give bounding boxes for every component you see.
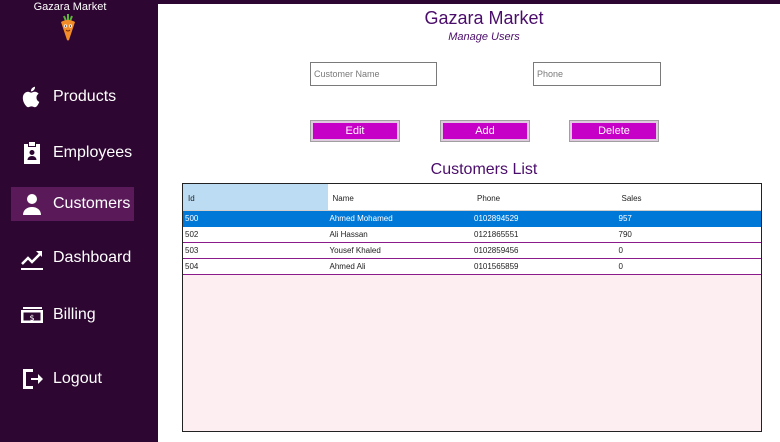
column-header-sales[interactable]: Sales bbox=[617, 184, 762, 210]
sidebar-item-logout[interactable]: Logout bbox=[11, 362, 134, 396]
apple-icon bbox=[19, 84, 45, 110]
sidebar-item-label: Billing bbox=[53, 306, 96, 323]
table-row[interactable]: 502 Ali Hassan 0121865551 790 bbox=[183, 227, 761, 243]
column-header-id[interactable]: Id bbox=[183, 184, 328, 210]
id-badge-icon bbox=[19, 140, 45, 166]
sidebar-item-label: Logout bbox=[53, 370, 102, 387]
page-subtitle: Manage Users bbox=[448, 31, 520, 43]
customers-list-title: Customers List bbox=[430, 161, 538, 178]
sidebar-item-label: Customers bbox=[53, 195, 131, 212]
cell-name: Yousef Khaled bbox=[329, 246, 381, 255]
sidebar-item-dashboard[interactable]: Dashboard bbox=[11, 241, 134, 275]
delete-button[interactable]: Delete bbox=[569, 120, 659, 142]
cell-phone: 0101565859 bbox=[474, 262, 519, 271]
carrot-logo-icon bbox=[57, 13, 79, 41]
table-row[interactable]: 504 Ahmed Ali 0101565859 0 bbox=[183, 259, 761, 275]
cell-id: 500 bbox=[185, 214, 199, 223]
cell-sales: 957 bbox=[618, 214, 632, 223]
app-name: Gazara Market bbox=[33, 1, 107, 13]
sidebar-item-employees[interactable]: Employees bbox=[11, 136, 134, 170]
svg-text:$: $ bbox=[29, 314, 34, 323]
cell-id: 502 bbox=[185, 230, 199, 239]
sidebar-item-label: Employees bbox=[53, 144, 133, 161]
sidebar-item-label: Products bbox=[53, 88, 117, 105]
sidebar: Gazara Market Products Employees Custome… bbox=[0, 0, 158, 442]
edit-button[interactable]: Edit bbox=[310, 120, 400, 142]
cell-name: Ahmed Mohamed bbox=[329, 214, 393, 223]
sidebar-item-billing[interactable]: $ Billing bbox=[11, 298, 134, 332]
sidebar-item-label: Dashboard bbox=[53, 249, 132, 266]
cell-name: Ali Hassan bbox=[329, 230, 368, 239]
column-header-phone[interactable]: Phone bbox=[472, 184, 617, 210]
money-bill-icon: $ bbox=[19, 302, 45, 328]
cell-sales: 0 bbox=[618, 262, 623, 271]
sidebar-item-customers[interactable]: Customers bbox=[11, 187, 134, 221]
cell-id: 504 bbox=[185, 262, 199, 271]
user-icon bbox=[19, 191, 45, 217]
main-panel: Gazara Market Manage Users Edit Add Dele… bbox=[158, 0, 780, 442]
customer-name-field[interactable] bbox=[310, 62, 437, 86]
column-header-name[interactable]: Name bbox=[328, 184, 473, 210]
page-title: Gazara Market bbox=[424, 8, 544, 28]
phone-field[interactable] bbox=[533, 62, 661, 86]
customers-table[interactable]: Id Name Phone Sales 500 Ahmed Mohamed 01… bbox=[182, 183, 762, 432]
logout-icon bbox=[19, 366, 45, 392]
add-button[interactable]: Add bbox=[440, 120, 530, 142]
cell-sales: 0 bbox=[618, 246, 623, 255]
cell-id: 503 bbox=[185, 246, 199, 255]
trend-chart-icon bbox=[19, 245, 45, 271]
table-row[interactable]: 500 Ahmed Mohamed 0102894529 957 bbox=[183, 211, 761, 227]
cell-phone: 0102894529 bbox=[474, 214, 519, 223]
cell-sales: 790 bbox=[618, 230, 632, 239]
sidebar-item-products[interactable]: Products bbox=[11, 80, 134, 114]
cell-name: Ahmed Ali bbox=[329, 262, 366, 271]
table-row[interactable]: 503 Yousef Khaled 0102859456 0 bbox=[183, 243, 761, 259]
table-header: Id Name Phone Sales bbox=[183, 184, 761, 211]
cell-phone: 0102859456 bbox=[474, 246, 519, 255]
cell-phone: 0121865551 bbox=[474, 230, 519, 239]
